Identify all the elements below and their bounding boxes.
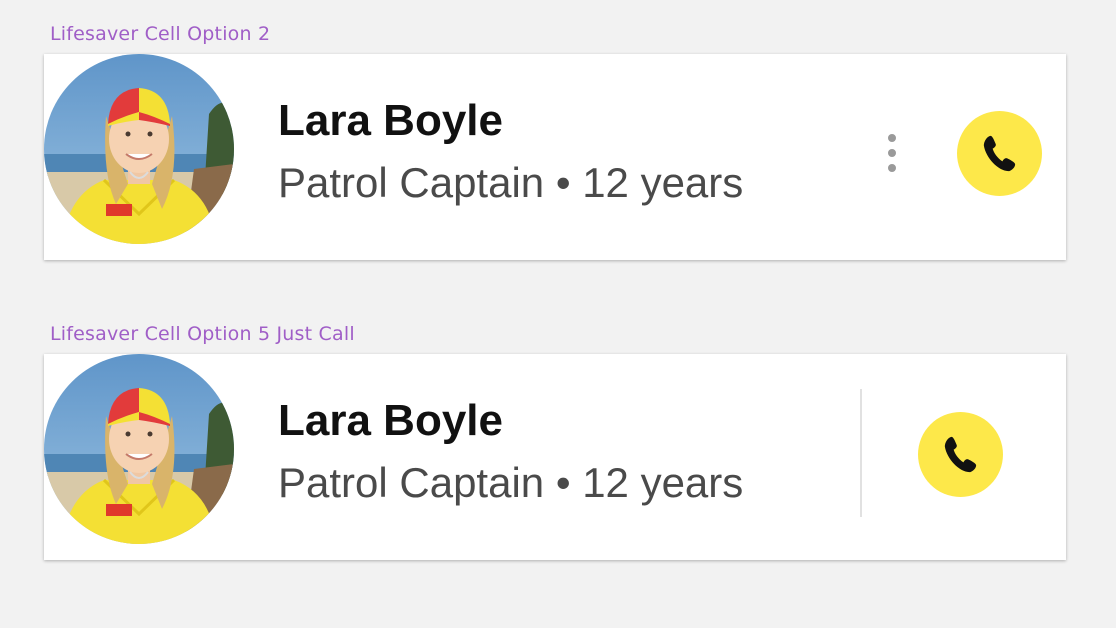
avatar-photo xyxy=(44,354,234,544)
member-name: Lara Boyle xyxy=(278,96,503,145)
call-button[interactable] xyxy=(957,111,1042,196)
cell-option-2-caption: Lifesaver Cell Option 2 xyxy=(50,23,271,45)
cell-option-5-caption: Lifesaver Cell Option 5 Just Call xyxy=(50,323,355,345)
member-name: Lara Boyle xyxy=(278,396,503,445)
more-vertical-icon[interactable] xyxy=(886,134,898,174)
more-dot xyxy=(888,149,896,157)
lifesaver-cell-option-2[interactable]: Lara Boyle Patrol Captain • 12 years xyxy=(44,54,1066,260)
avatar xyxy=(44,354,234,544)
member-subtitle: Patrol Captain • 12 years xyxy=(278,459,744,506)
lifesaver-cell-option-5[interactable]: Lara Boyle Patrol Captain • 12 years xyxy=(44,354,1066,560)
more-dot xyxy=(888,134,896,142)
more-dot xyxy=(888,164,896,172)
member-subtitle: Patrol Captain • 12 years xyxy=(278,159,744,206)
vertical-divider xyxy=(860,389,862,517)
avatar-photo xyxy=(44,54,234,244)
phone-icon xyxy=(983,135,1016,172)
phone-icon xyxy=(944,436,977,473)
avatar xyxy=(44,54,234,244)
call-button[interactable] xyxy=(918,412,1003,497)
